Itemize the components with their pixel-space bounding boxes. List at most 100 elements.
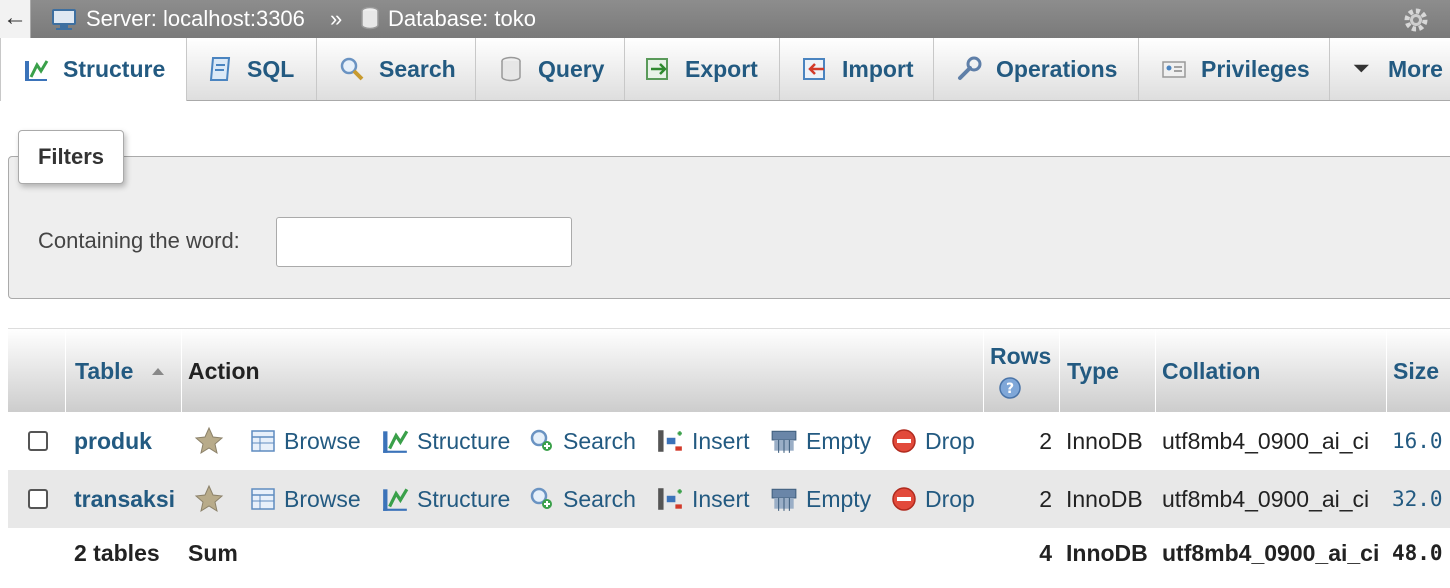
empty-icon: [771, 488, 797, 511]
action-insert-label: Insert: [692, 427, 750, 454]
action-search-label: Search: [563, 485, 636, 512]
tab-operations-label: Operations: [996, 55, 1118, 82]
tab-import[interactable]: Import: [780, 38, 934, 100]
action-insert-link[interactable]: Insert: [656, 470, 750, 528]
summary-size: 48.0: [1392, 541, 1443, 565]
summary-type: InnoDB: [1066, 539, 1148, 566]
browse-icon: [251, 430, 275, 452]
tab-privileges[interactable]: Privileges: [1139, 38, 1330, 100]
drop-icon: [892, 429, 916, 453]
action-structure-label: Structure: [417, 485, 511, 512]
favorite-star-icon[interactable]: [194, 426, 224, 456]
structure-icon: [383, 488, 409, 511]
structure-icon: [25, 59, 49, 81]
header-action: Action: [182, 329, 984, 413]
header-table[interactable]: Table: [66, 329, 182, 413]
tab-import-label: Import: [842, 55, 914, 82]
search-icon: [530, 429, 552, 451]
row-checkbox[interactable]: [28, 489, 48, 509]
breadcrumb-server-label: Server: localhost:3306: [86, 6, 305, 31]
tab-export-label: Export: [685, 55, 758, 82]
table-name-link[interactable]: transaksi: [74, 470, 175, 528]
tab-search[interactable]: Search: [317, 38, 476, 100]
tab-query[interactable]: Query: [476, 38, 625, 100]
favorite-button[interactable]: [194, 412, 224, 470]
breadcrumb-database[interactable]: Database: toko: [360, 0, 536, 38]
drop-icon: [892, 487, 916, 511]
table-row: produk Browse Structure Search Insert Empty Dr…: [8, 412, 1450, 470]
favorite-star-icon[interactable]: [194, 484, 224, 514]
row-count: 2: [1039, 485, 1052, 512]
header-size[interactable]: Size: [1387, 329, 1450, 413]
dropdown-triangle-icon: [1353, 64, 1369, 73]
privileges-icon: [1162, 61, 1186, 78]
action-structure-link[interactable]: Structure: [381, 412, 510, 470]
action-empty-label: Empty: [806, 485, 872, 512]
tab-query-label: Query: [538, 55, 605, 82]
row-checkbox[interactable]: [28, 431, 48, 451]
row-size[interactable]: 16.0: [1392, 412, 1443, 470]
header-collation[interactable]: Collation: [1156, 329, 1387, 413]
row-size[interactable]: 32.0: [1392, 470, 1443, 528]
breadcrumb-server[interactable]: Server: localhost:3306: [52, 0, 305, 38]
tab-sql[interactable]: SQL: [187, 38, 317, 100]
table-name-link[interactable]: produk: [74, 412, 152, 470]
action-empty-label: Empty: [806, 427, 872, 454]
action-browse-label: Browse: [284, 485, 361, 512]
row-type: InnoDB: [1066, 427, 1143, 454]
tab-structure[interactable]: Structure: [0, 38, 187, 101]
help-icon[interactable]: ?: [998, 376, 1022, 400]
tab-more-label: More: [1388, 55, 1443, 82]
tab-operations[interactable]: Operations: [934, 38, 1139, 100]
table-row: transaksi Browse Structure Search Insert Empt…: [8, 470, 1450, 528]
table-header: Table Action Rows ? Type Collation Size: [8, 328, 1450, 413]
sort-ascending-icon: [152, 368, 165, 375]
tab-more[interactable]: More: [1330, 38, 1450, 100]
structure-icon: [383, 430, 409, 453]
action-search-link[interactable]: Search: [529, 470, 636, 528]
sql-icon: [209, 57, 231, 81]
tab-bar: Structure SQL Search Query Export Import: [0, 38, 1450, 101]
action-empty-link[interactable]: Empty: [770, 470, 871, 528]
svg-text:?: ?: [1006, 381, 1014, 397]
filter-word-input[interactable]: [276, 217, 572, 267]
back-arrow-button[interactable]: ←: [0, 0, 31, 38]
tab-privileges-label: Privileges: [1201, 55, 1310, 82]
filters-label: Containing the word:: [38, 228, 240, 253]
breadcrumb-database-label: Database: toko: [388, 6, 536, 31]
insert-icon: [658, 488, 682, 510]
query-icon: [501, 56, 521, 82]
action-browse-link[interactable]: Browse: [250, 470, 361, 528]
filters-legend: Filters: [18, 130, 124, 184]
favorite-button[interactable]: [194, 470, 224, 528]
action-browse-link[interactable]: Browse: [250, 412, 361, 470]
header-checkbox-column: [8, 329, 66, 413]
action-search-label: Search: [563, 427, 636, 454]
table-summary-row: 2 tables Sum 4 InnoDB utf8mb4_0900_ai_ci…: [8, 528, 1450, 578]
action-insert-link[interactable]: Insert: [656, 412, 750, 470]
tab-export[interactable]: Export: [625, 38, 780, 100]
action-drop-label: Drop: [925, 427, 975, 454]
header-rows-label: Rows: [990, 342, 1052, 369]
tab-structure-label: Structure: [63, 56, 166, 82]
export-icon: [646, 58, 668, 80]
tab-search-label: Search: [379, 55, 456, 82]
header-rows[interactable]: Rows ?: [984, 329, 1060, 413]
action-search-link[interactable]: Search: [529, 412, 636, 470]
import-icon: [803, 58, 825, 80]
action-drop-link[interactable]: Drop: [891, 412, 975, 470]
wrench-icon: [958, 56, 982, 80]
header-type[interactable]: Type: [1060, 329, 1156, 413]
action-insert-label: Insert: [692, 485, 750, 512]
action-drop-link[interactable]: Drop: [891, 470, 975, 528]
action-empty-link[interactable]: Empty: [770, 412, 871, 470]
action-structure-link[interactable]: Structure: [381, 470, 510, 528]
summary-table-count: 2 tables: [74, 539, 160, 566]
summary-collation: utf8mb4_0900_ai_ci: [1162, 539, 1380, 566]
action-browse-label: Browse: [284, 427, 361, 454]
gear-icon[interactable]: [1402, 6, 1430, 34]
header-table-label: Table: [75, 357, 134, 384]
row-collation: utf8mb4_0900_ai_ci: [1162, 485, 1370, 512]
search-icon: [340, 57, 364, 81]
top-breadcrumb-bar: ← Server: localhost:3306 » Database: tok…: [0, 0, 1450, 38]
